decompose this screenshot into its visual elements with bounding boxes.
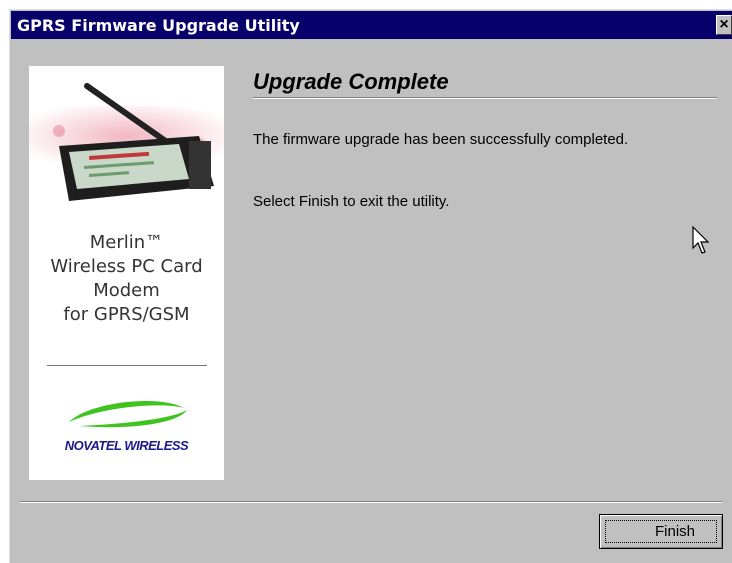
product-side-panel: Merlin™ Wireless PC Card Modem for GPRS/… <box>29 66 224 480</box>
product-name: Merlin™ Wireless PC Card Modem for GPRS/… <box>29 231 224 327</box>
brand-name: NOVATEL WIRELESS <box>64 438 189 453</box>
window-title: GPRS Firmware Upgrade Utility <box>17 16 300 35</box>
status-message: The firmware upgrade has been successful… <box>253 131 629 148</box>
instruction-message: Select Finish to exit the utility. <box>253 193 450 210</box>
close-icon: × <box>719 16 729 33</box>
heading-divider <box>253 97 717 99</box>
footer-divider <box>20 501 722 503</box>
product-line: for GPRS/GSM <box>63 304 190 325</box>
product-line: Wireless PC Card <box>50 256 203 277</box>
side-divider <box>47 365 207 366</box>
finish-button-label: Finish <box>654 523 695 540</box>
close-button[interactable]: × <box>716 15 732 35</box>
pc-card-modem-image <box>29 83 224 201</box>
title-bar[interactable]: GPRS Firmware Upgrade Utility × <box>11 11 732 39</box>
mouse-pointer-icon <box>692 226 710 254</box>
product-line: Merlin™ <box>89 232 164 253</box>
novatel-swoosh-logo <box>69 400 187 428</box>
product-line: Modem <box>93 280 160 301</box>
page-title: Upgrade Complete <box>253 69 449 94</box>
finish-button[interactable]: Finish <box>599 514 723 549</box>
